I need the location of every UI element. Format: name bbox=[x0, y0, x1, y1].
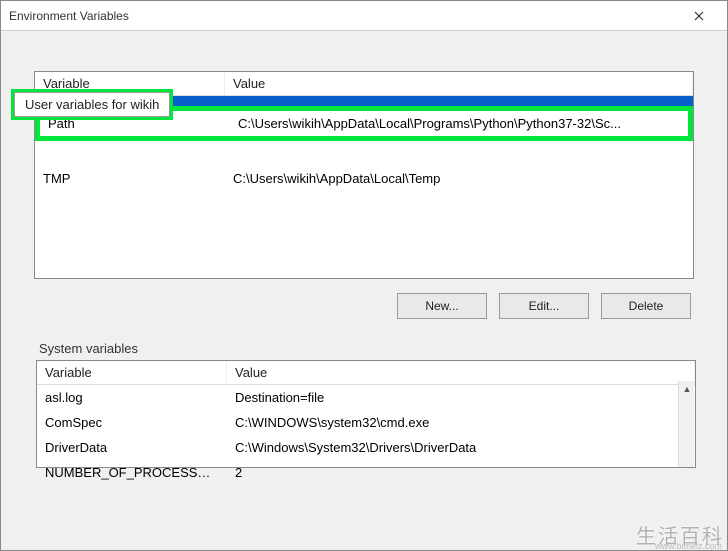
table-row[interactable]: DriverData C:\Windows\System32\Drivers\D… bbox=[37, 435, 695, 460]
user-vars-label: User variables for wikih bbox=[14, 92, 170, 117]
titlebar: Environment Variables bbox=[1, 1, 727, 31]
user-vars-label-highlight: User variables for wikih bbox=[11, 89, 173, 120]
cell-val: 2 bbox=[227, 462, 695, 483]
cell-var: DriverData bbox=[37, 437, 227, 458]
cell-val bbox=[225, 98, 693, 104]
close-button[interactable] bbox=[679, 2, 719, 30]
cell-var: asl.log bbox=[37, 387, 227, 408]
cell-val: Destination=file bbox=[227, 387, 695, 408]
table-row-blurred[interactable] bbox=[35, 141, 693, 166]
cell-val: C:\Windows\System32\Drivers\DriverData bbox=[227, 437, 695, 458]
col-header-value[interactable]: Value bbox=[225, 72, 693, 95]
col-header-variable[interactable]: Variable bbox=[37, 361, 227, 384]
system-vars-group: System variables Variable Value asl.log … bbox=[35, 341, 697, 468]
cell-var: ComSpec bbox=[37, 412, 227, 433]
cell-val: C:\Users\wikih\AppData\Local\Temp bbox=[225, 168, 693, 189]
user-vars-buttons: New... Edit... Delete bbox=[17, 279, 711, 333]
cell-val: C:\WINDOWS\system32\cmd.exe bbox=[227, 412, 695, 433]
window-title: Environment Variables bbox=[9, 9, 679, 23]
cell-val: C:\Users\wikih\AppData\Local\Programs\Py… bbox=[230, 113, 688, 134]
table-row[interactable]: ComSpec C:\WINDOWS\system32\cmd.exe bbox=[37, 410, 695, 435]
close-icon bbox=[694, 11, 704, 21]
cell-var: NUMBER_OF_PROCESSORS bbox=[37, 462, 227, 483]
table-row-tmp[interactable]: TMP C:\Users\wikih\AppData\Local\Temp bbox=[35, 166, 693, 191]
system-vars-header: Variable Value bbox=[37, 361, 695, 385]
system-vars-list[interactable]: Variable Value asl.log Destination=file … bbox=[36, 360, 696, 468]
cell-val bbox=[225, 143, 693, 164]
scrollbar[interactable]: ▲ bbox=[678, 381, 694, 467]
table-row[interactable]: asl.log Destination=file bbox=[37, 385, 695, 410]
col-header-value[interactable]: Value bbox=[227, 361, 695, 384]
edit-button[interactable]: Edit... bbox=[499, 293, 589, 319]
env-vars-dialog: Environment Variables User variables for… bbox=[0, 0, 728, 551]
cell-var: TMP bbox=[35, 168, 225, 189]
scroll-up-icon[interactable]: ▲ bbox=[679, 381, 695, 397]
system-vars-label: System variables bbox=[39, 341, 697, 356]
dialog-content: User variables for wikih Variable Value … bbox=[1, 31, 727, 550]
table-row[interactable]: NUMBER_OF_PROCESSORS 2 bbox=[37, 460, 695, 485]
cell-var bbox=[35, 143, 225, 164]
new-button[interactable]: New... bbox=[397, 293, 487, 319]
delete-button[interactable]: Delete bbox=[601, 293, 691, 319]
